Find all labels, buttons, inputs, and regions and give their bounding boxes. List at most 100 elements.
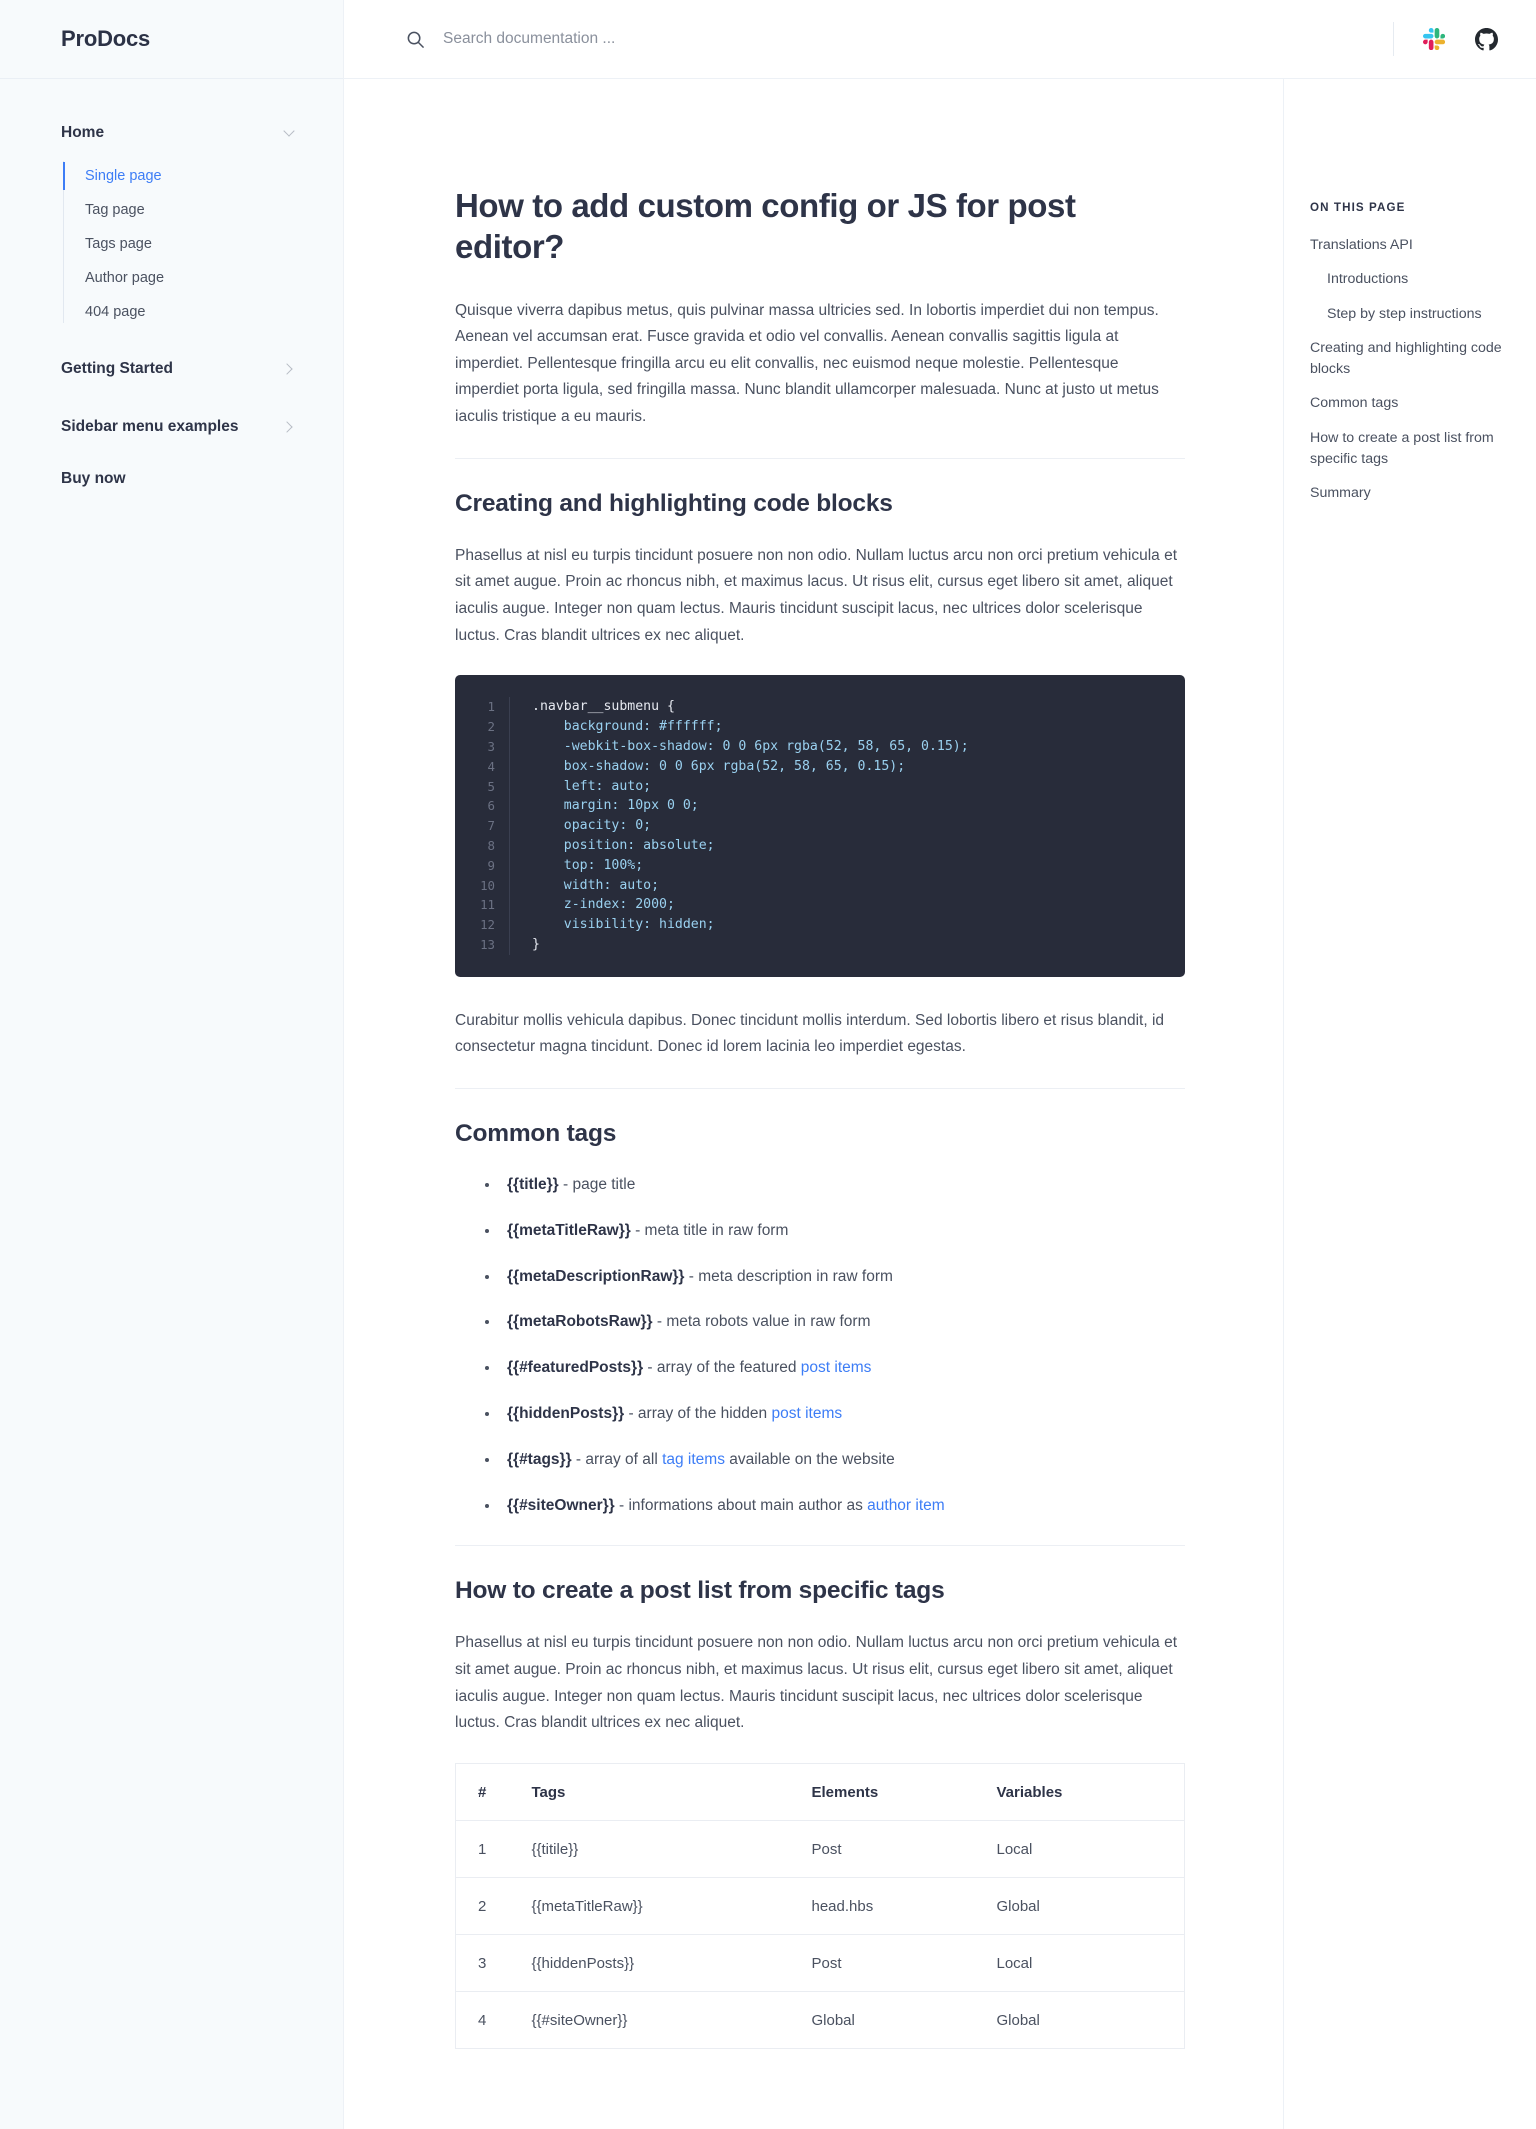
cell-tags: {{hiddenPosts}} bbox=[531, 1934, 812, 1993]
sidebar-group-getting-started-label: Getting Started bbox=[61, 360, 173, 377]
code-line-number: 5 bbox=[487, 778, 495, 794]
tag-desc: - array of the featured bbox=[643, 1359, 801, 1377]
search-container bbox=[344, 30, 1393, 49]
code-line: 3 -webkit-box-shadow: 0 0 6px rgba(52, 5… bbox=[455, 737, 1185, 757]
code-line-text: box-shadow: 0 0 6px rgba(52, 58, 65, 0.1… bbox=[509, 756, 1185, 777]
code-line-text: .navbar__submenu { bbox=[509, 697, 1185, 718]
code-line-number: 11 bbox=[480, 897, 495, 913]
chevron-right-icon bbox=[284, 363, 297, 376]
sidebar: ProDocs Home Single page Tag page Tags p… bbox=[0, 0, 344, 2129]
toc-link-common-tags[interactable]: Common tags bbox=[1310, 393, 1533, 414]
sidebar-sublist-home: Single page Tag page Tags page Author pa… bbox=[0, 159, 343, 329]
toc-title: ON THIS PAGE bbox=[1310, 201, 1406, 214]
code-line: 10 width: auto; bbox=[455, 875, 1185, 896]
brand-name: ProDocs bbox=[61, 26, 151, 51]
section-code-after-paragraph: Curabitur mollis vehicula dapibus. Donec… bbox=[455, 1011, 1165, 1056]
list-item: {{metaRobotsRaw}} - meta robots value in… bbox=[485, 1310, 1185, 1335]
code-line-text: -webkit-box-shadow: 0 0 6px rgba(52, 58,… bbox=[509, 737, 1185, 757]
sidebar-item-404-page[interactable]: 404 page bbox=[63, 295, 343, 329]
code-block: 1 .navbar__submenu { 2 background: #fffff… bbox=[455, 675, 1185, 977]
toc-link-creating-and-highlighting-code-blocks[interactable]: Creating and highlighting code blocks bbox=[1310, 338, 1533, 381]
cell-num: 3 bbox=[455, 1934, 532, 1993]
section-heading-code-blocks: Creating and highlighting code blocks bbox=[455, 489, 893, 517]
tag-name: {{metaDescriptionRaw}} bbox=[507, 1267, 685, 1285]
code-line: 6 margin: 10px 0 0; bbox=[455, 796, 1185, 817]
cell-elements: Post bbox=[811, 1934, 997, 1993]
code-line-number: 8 bbox=[487, 837, 495, 853]
table-row: 4 {{#siteOwner}} Global Global bbox=[456, 1992, 1185, 2049]
code-line-text: width: auto; bbox=[509, 875, 1185, 896]
sidebar-item-buy-now[interactable]: Buy now bbox=[0, 461, 343, 497]
sidebar-item-tags-page[interactable]: Tags page bbox=[63, 227, 343, 261]
code-line: 9 top: 100%; bbox=[455, 855, 1185, 876]
code-line-number: 4 bbox=[487, 758, 495, 774]
toc-link-step-by-step-instructions[interactable]: Step by step instructions bbox=[1310, 304, 1533, 325]
divider bbox=[455, 1545, 1185, 1547]
article: How to add custom config or JS for post … bbox=[455, 79, 1185, 2129]
column-header-elements: Elements bbox=[811, 1763, 997, 1822]
content-area: How to add custom config or JS for post … bbox=[344, 79, 1536, 2129]
cell-elements: Post bbox=[811, 1820, 997, 1879]
sidebar-group-home[interactable]: Home bbox=[0, 115, 343, 151]
github-icon-button[interactable] bbox=[1472, 25, 1500, 53]
toc-link-introductions[interactable]: Introductions bbox=[1310, 269, 1533, 290]
section-postlist-paragraph: Phasellus at nisl eu turpis tincidunt po… bbox=[455, 1634, 1178, 1732]
tag-items-link[interactable]: tag items bbox=[662, 1451, 725, 1468]
tag-desc-after: available on the website bbox=[724, 1450, 895, 1468]
cell-elements: head.hbs bbox=[811, 1877, 997, 1936]
tag-name: {{#siteOwner}} bbox=[507, 1496, 615, 1514]
post-items-link[interactable]: post items bbox=[771, 1405, 842, 1422]
column-header-variables: Variables bbox=[996, 1763, 1185, 1822]
sidebar-item-tag-page[interactable]: Tag page bbox=[63, 193, 343, 227]
search-input[interactable] bbox=[443, 30, 863, 48]
sidebar-group-home-label: Home bbox=[61, 124, 105, 141]
toc-link-how-to-create-a-post-list[interactable]: How to create a post list from specific … bbox=[1310, 428, 1533, 471]
sidebar-group-sidebar-menu-examples[interactable]: Sidebar menu examples bbox=[0, 409, 343, 445]
chevron-right-icon bbox=[284, 421, 297, 434]
slack-icon-button[interactable] bbox=[1420, 25, 1448, 53]
cell-num: 1 bbox=[455, 1820, 532, 1879]
code-line-text: left: auto; bbox=[509, 776, 1185, 797]
sidebar-group-getting-started[interactable]: Getting Started bbox=[0, 351, 343, 387]
list-item: {{title}} - page title bbox=[485, 1173, 1185, 1198]
author-item-link[interactable]: author item bbox=[867, 1497, 945, 1514]
sidebar-item-buy-now-label: Buy now bbox=[61, 470, 126, 487]
list-item: {{metaDescriptionRaw}} - meta descriptio… bbox=[485, 1265, 1185, 1290]
sidebar-nav: Home Single page Tag page Tags page Auth… bbox=[0, 79, 343, 497]
code-line: 8 position: absolute; bbox=[455, 835, 1185, 856]
code-line-number: 7 bbox=[487, 818, 495, 834]
tag-name: {{hiddenPosts}} bbox=[507, 1405, 625, 1423]
table-row: 1 {{titile}} Post Local bbox=[455, 1820, 1185, 1879]
cell-num: 4 bbox=[478, 2012, 487, 2030]
sidebar-item-single-page[interactable]: Single page bbox=[63, 159, 343, 193]
tag-desc: - array of all bbox=[571, 1450, 663, 1468]
on-this-page-toc: ON THIS PAGE Translations API Introducti… bbox=[1283, 79, 1533, 2129]
code-line: 11 z-index: 2000; bbox=[455, 895, 1185, 916]
code-line: 4 box-shadow: 0 0 6px rgba(52, 58, 65, 0… bbox=[455, 756, 1185, 777]
code-line: 2 background: #ffffff; bbox=[455, 717, 1185, 737]
common-tags-list: {{title}} - page title {{metaTitleRaw}} … bbox=[455, 1173, 1185, 1518]
sidebar-item-author-page[interactable]: Author page bbox=[63, 261, 343, 295]
code-line-text: background: #ffffff; bbox=[509, 717, 1185, 737]
post-items-link[interactable]: post items bbox=[801, 1359, 872, 1376]
toc-link-summary[interactable]: Summary bbox=[1310, 483, 1533, 504]
intro-paragraph: Quisque viverra dapibus metus, quis pulv… bbox=[455, 301, 1159, 426]
code-line-number: 6 bbox=[487, 798, 495, 814]
table-row: 3 {{hiddenPosts}} Post Local bbox=[455, 1934, 1185, 1993]
section-code-paragraph: Phasellus at nisl eu turpis tincidunt po… bbox=[455, 546, 1178, 644]
tag-desc: - meta title in raw form bbox=[630, 1221, 789, 1239]
cell-variables: Global bbox=[996, 1877, 1185, 1936]
cell-tags: {{#siteOwner}} bbox=[531, 2012, 628, 2030]
cell-variables: Global bbox=[996, 2012, 1040, 2030]
section-heading-common-tags: Common tags bbox=[455, 1120, 617, 1148]
cell-tags: {{titile}} bbox=[531, 1820, 812, 1879]
code-line-text: top: 100%; bbox=[509, 855, 1185, 876]
topbar bbox=[344, 0, 1536, 79]
code-line-number: 10 bbox=[480, 877, 495, 893]
tag-desc: - meta description in raw form bbox=[684, 1267, 893, 1285]
toc-link-translations-api[interactable]: Translations API bbox=[1310, 235, 1533, 256]
divider bbox=[455, 1088, 1185, 1090]
brand[interactable]: ProDocs bbox=[0, 0, 343, 79]
list-item: {{#tags}} - array of all tag items avail… bbox=[485, 1448, 1185, 1473]
list-item: {{#siteOwner}} - informations about main… bbox=[485, 1494, 1185, 1519]
